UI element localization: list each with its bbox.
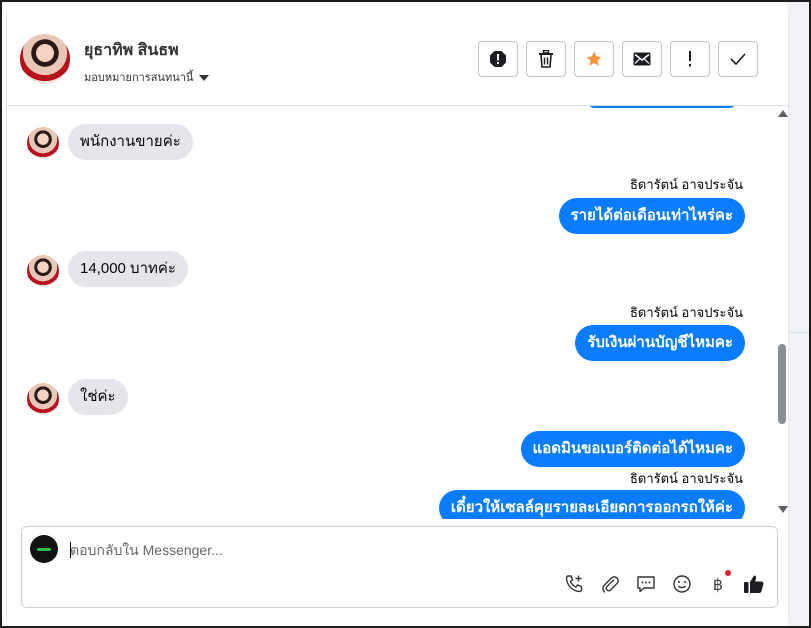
- window-frame: ยุธาทิพ สินธพ มอบหมายการสนทนานี้ พนักงาน…: [0, 0, 811, 628]
- assign-conversation-dropdown[interactable]: มอบหมายการสนทนานี้: [84, 68, 210, 86]
- done-button[interactable]: [718, 41, 758, 77]
- follow-up-button[interactable]: [670, 41, 710, 77]
- delete-button[interactable]: [526, 41, 566, 77]
- exclamation-icon: [689, 51, 691, 67]
- baht-icon: ฿: [712, 574, 724, 594]
- side-strip: [787, 2, 809, 626]
- outgoing-bubble[interactable]: รับเงินผ่านบัญชีไหมคะ: [575, 325, 745, 361]
- message-thread[interactable]: พนักงานขายค่ะ ธิดารัตน์ อาจประจัน รายได้…: [7, 106, 790, 519]
- spam-button[interactable]: [478, 41, 518, 77]
- conversation-panel: ยุธาทิพ สินธพ มอบหมายการสนทนานี้ พนักงาน…: [6, 10, 790, 622]
- sender-avatar[interactable]: [27, 383, 59, 415]
- phone-plus-icon: [565, 575, 583, 593]
- outgoing-bubble[interactable]: แอดมินขอเบอร์ติดต่อได้ไหมคะ: [520, 431, 745, 467]
- sender-name: ธิดารัตน์ อาจประจัน: [629, 471, 743, 486]
- incoming-bubble[interactable]: 14,000 บาทค่ะ: [68, 251, 188, 287]
- sender-avatar[interactable]: [27, 127, 59, 159]
- composer-actions: ฿: [563, 570, 765, 595]
- caret-down-icon: [199, 75, 210, 82]
- like-button[interactable]: [743, 573, 765, 595]
- speech-bubble-icon: [637, 576, 655, 593]
- contact-name[interactable]: ยุธาทิพ สินธพ: [84, 38, 179, 63]
- emoji-button[interactable]: [671, 573, 693, 595]
- notification-dot: [725, 570, 731, 576]
- assign-label: มอบหมายการสนทนานี้: [84, 72, 194, 84]
- scroll-down-arrow-icon[interactable]: [778, 506, 788, 513]
- scroll-up-arrow-icon[interactable]: [778, 110, 788, 117]
- sender-name: ธิดารัตน์ อาจประจัน: [629, 177, 743, 192]
- mark-unread-button[interactable]: [622, 41, 662, 77]
- exclamation-octagon-icon: [490, 51, 506, 67]
- thumbs-up-icon: [744, 575, 764, 593]
- call-button[interactable]: [563, 573, 585, 595]
- contact-avatar[interactable]: [20, 34, 70, 84]
- attach-button[interactable]: [599, 573, 621, 595]
- conversation-header: ยุธาทิพ สินธพ มอบหมายการสนทนานี้: [7, 10, 790, 106]
- smiley-icon: [673, 575, 691, 593]
- paperclip-icon: [602, 576, 619, 593]
- header-toolbar: [478, 41, 758, 77]
- reply-input[interactable]: [70, 539, 760, 561]
- sender-name: ธิดารัตน์ อาจประจัน: [629, 305, 743, 320]
- outgoing-bubble[interactable]: เดี๋ยวให้เซลล์คุยรายละเอียดการออกรถให้ค่…: [438, 490, 745, 519]
- saved-replies-button[interactable]: [635, 573, 657, 595]
- thread-scrollbar[interactable]: [775, 106, 790, 519]
- incoming-bubble[interactable]: ใช่ค่ะ: [68, 379, 128, 415]
- scrollbar-thumb[interactable]: [778, 344, 786, 424]
- trash-icon: [539, 50, 553, 68]
- check-icon: [730, 53, 746, 65]
- previous-message-bubble: [587, 106, 737, 108]
- page-avatar: [30, 535, 58, 563]
- incoming-bubble[interactable]: พนักงานขายค่ะ: [68, 124, 193, 160]
- text-cursor: [70, 542, 71, 558]
- outgoing-bubble[interactable]: รายได้ต่อเดือนเท่าไหร่คะ: [558, 198, 745, 234]
- reply-composer: ฿: [21, 526, 778, 608]
- sender-avatar[interactable]: [27, 255, 59, 287]
- envelope-icon: [633, 52, 651, 66]
- payment-button[interactable]: ฿: [707, 570, 731, 595]
- star-button[interactable]: [574, 41, 614, 77]
- star-icon: [586, 51, 602, 66]
